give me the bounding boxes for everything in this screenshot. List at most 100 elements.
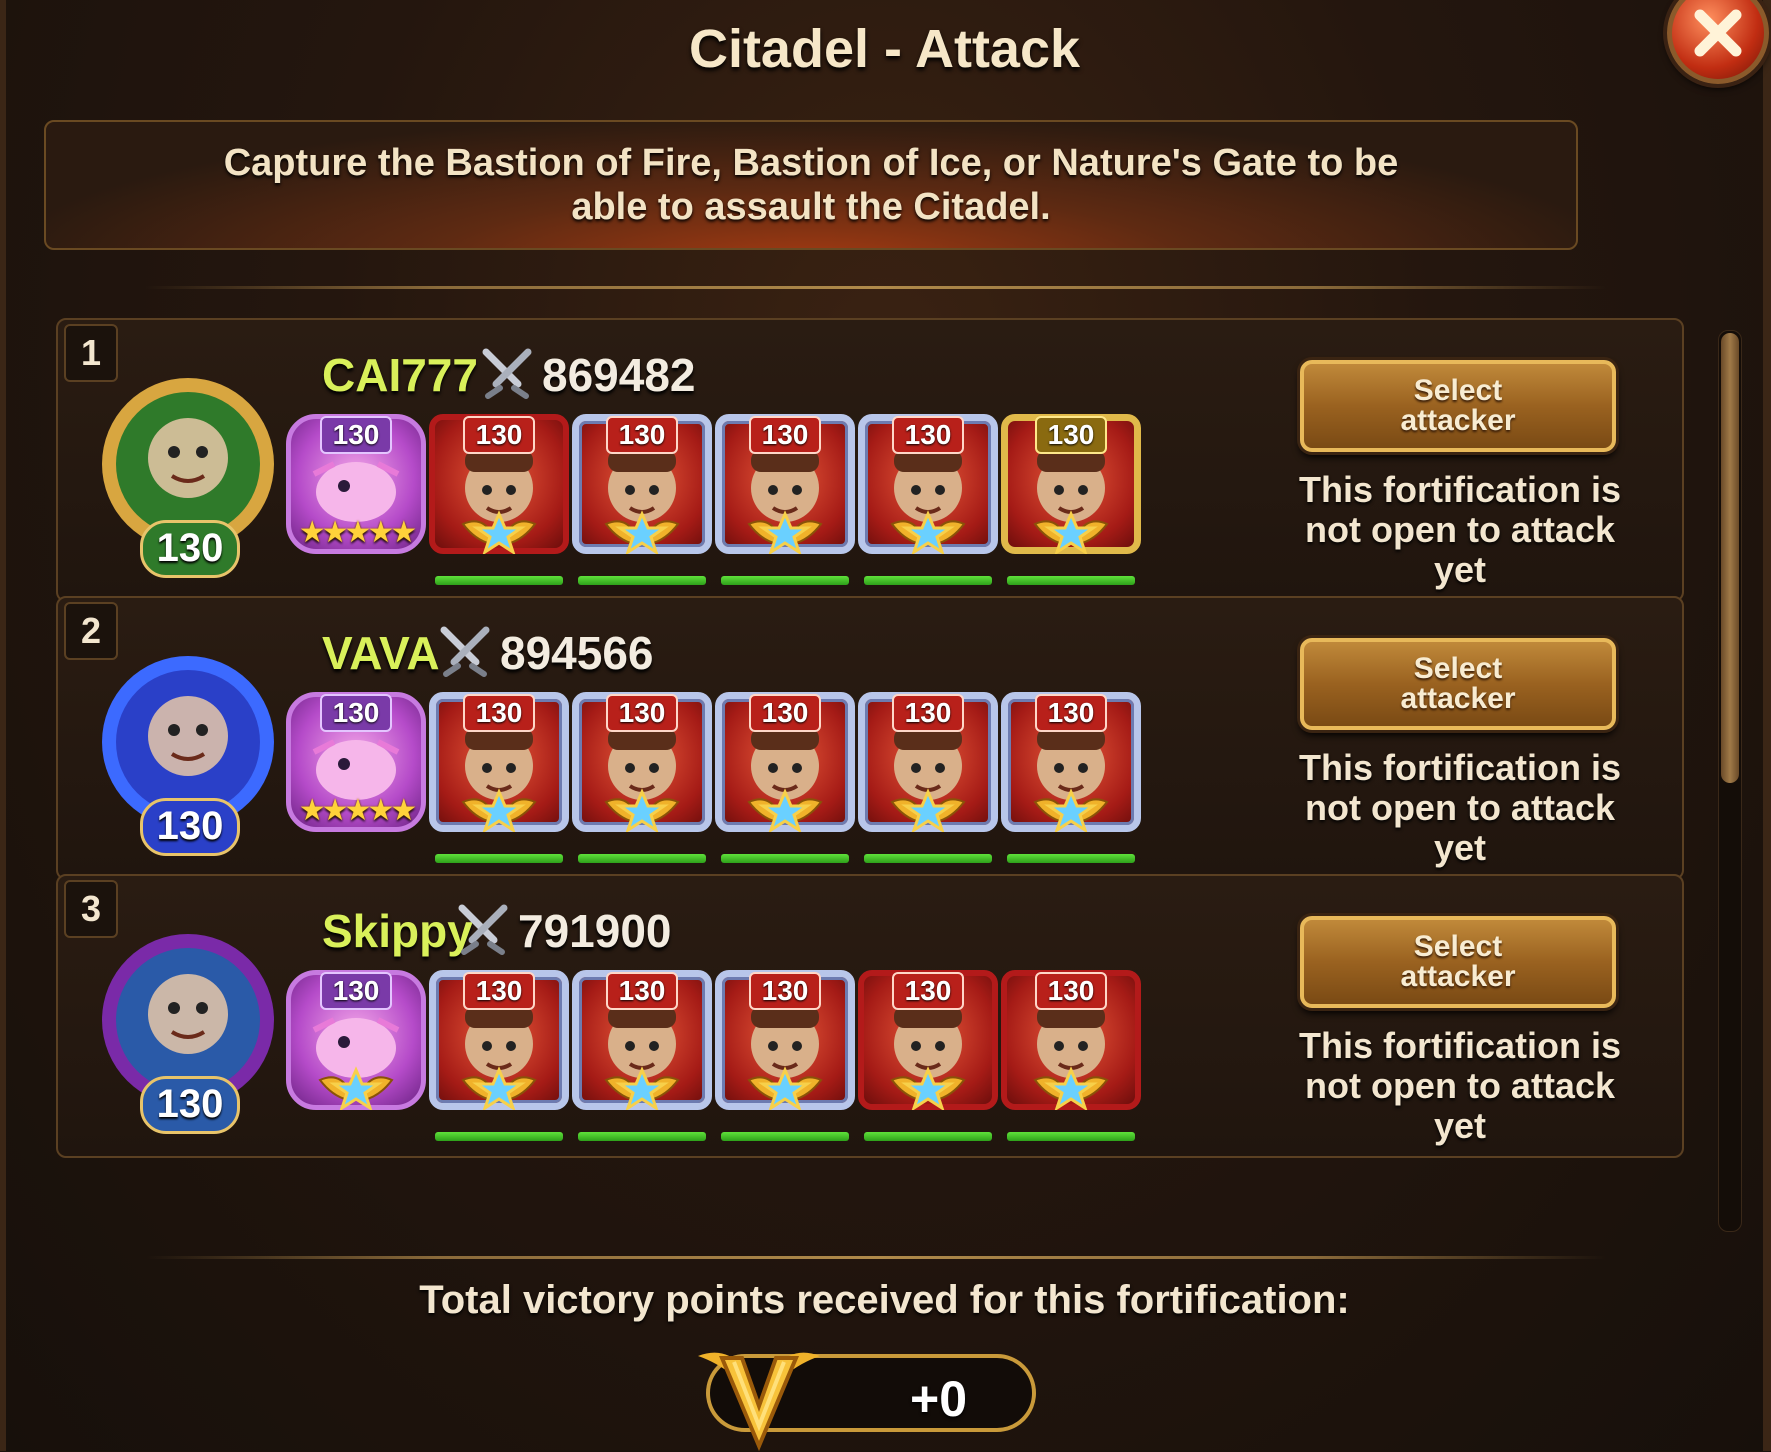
- hero-level-badge: 130: [1035, 416, 1107, 454]
- select-attacker-button[interactable]: Select attacker: [1300, 360, 1616, 452]
- star-rating: ★★★★★: [298, 794, 417, 827]
- hero-health-bar: [435, 854, 563, 863]
- player-avatar[interactable]: 130: [88, 368, 288, 578]
- star-wings-icon: [890, 510, 966, 554]
- star-wings-icon: [890, 788, 966, 832]
- select-attacker-label: Select attacker: [1400, 930, 1516, 993]
- hero-health-bar: [1007, 576, 1135, 585]
- hero-level-badge: 130: [320, 972, 392, 1010]
- star-wings-icon: [1033, 510, 1109, 554]
- player-name: CAI777: [322, 349, 478, 401]
- hero-level-badge: 130: [1035, 972, 1107, 1010]
- hero-health-bar: [578, 854, 706, 863]
- hero-health-bar: [721, 1132, 849, 1141]
- victory-points-value: +0: [910, 1371, 968, 1427]
- player-name: VAVA: [322, 627, 440, 679]
- hero-health-fill: [578, 576, 706, 585]
- info-banner: Capture the Bastion of Fire, Bastion of …: [44, 120, 1578, 250]
- hero-level-badge: 130: [463, 694, 535, 732]
- defender-row: 2 130 VAVA 894566 130 ★★★★★ 130 130 130 …: [56, 596, 1684, 880]
- hero-health-bar: [435, 576, 563, 585]
- hero-level-badge: 130: [1035, 694, 1107, 732]
- hero-card[interactable]: 130 ★★★★★: [286, 692, 426, 832]
- player-avatar[interactable]: 130: [88, 924, 288, 1134]
- hero-card[interactable]: 130: [858, 414, 998, 554]
- hero-health-fill: [721, 854, 849, 863]
- hero-card[interactable]: 130 ★★★★★: [286, 414, 426, 554]
- fortification-status-text: This fortification is not open to attack…: [1298, 747, 1621, 868]
- hero-card[interactable]: 130: [1001, 970, 1141, 1110]
- close-x-icon: [1694, 9, 1742, 57]
- avatar-level-badge: 130: [140, 520, 240, 578]
- hero-card[interactable]: 130: [429, 414, 569, 554]
- select-attacker-button[interactable]: Select attacker: [1300, 916, 1616, 1008]
- star-wings-icon: [604, 788, 680, 832]
- hero-health-bar: [578, 576, 706, 585]
- hero-health-fill: [435, 576, 563, 585]
- hero-level-badge: 130: [749, 416, 821, 454]
- team-power: 894566: [500, 627, 654, 679]
- victory-v-icon: [698, 1352, 820, 1452]
- hero-card[interactable]: 130: [715, 414, 855, 554]
- star-wings-icon: [604, 510, 680, 554]
- hero-card[interactable]: 130: [429, 970, 569, 1110]
- select-attacker-label: Select attacker: [1400, 374, 1516, 437]
- hero-card[interactable]: 130: [1001, 414, 1141, 554]
- hero-level-badge: 130: [606, 416, 678, 454]
- star-wings-icon: [1033, 1066, 1109, 1110]
- info-text: Capture the Bastion of Fire, Bastion of …: [223, 142, 1399, 228]
- list-scrollbar[interactable]: [1718, 330, 1742, 1232]
- hero-health-fill: [435, 854, 563, 863]
- hero-level-badge: 130: [606, 694, 678, 732]
- hero-card[interactable]: 130: [572, 414, 712, 554]
- top-divider: [146, 286, 1606, 289]
- hero-level-badge: 130: [749, 694, 821, 732]
- scrollbar-thumb[interactable]: [1721, 333, 1739, 783]
- defender-row: 1 130 CAI777 869482 130 ★★★★★ 130 130 13…: [56, 318, 1684, 602]
- hero-card[interactable]: 130: [1001, 692, 1141, 832]
- star-rating: ★★★★★: [298, 516, 417, 549]
- hero-health-bar: [864, 1132, 992, 1141]
- hero-level-badge: 130: [892, 416, 964, 454]
- dialog-title: Citadel - Attack: [688, 19, 1081, 79]
- hero-health-fill: [864, 576, 992, 585]
- hero-health-fill: [1007, 854, 1135, 863]
- star-wings-icon: [747, 510, 823, 554]
- hero-health-bar: [1007, 1132, 1135, 1141]
- hero-card[interactable]: 130: [715, 970, 855, 1110]
- avatar-level-badge: 130: [140, 1076, 240, 1134]
- crossed-swords-icon: [482, 348, 532, 399]
- victory-points-label: Total victory points received for this f…: [419, 1278, 1350, 1322]
- star-wings-icon: [461, 1066, 537, 1110]
- hero-card[interactable]: 130: [572, 692, 712, 832]
- hero-health-bar: [721, 576, 849, 585]
- hero-card[interactable]: 130: [429, 692, 569, 832]
- hero-health-fill: [1007, 576, 1135, 585]
- hero-card[interactable]: 130: [286, 970, 426, 1110]
- team-power: 869482: [542, 349, 696, 401]
- hero-health-fill: [435, 1132, 563, 1141]
- hero-health-bar: [864, 854, 992, 863]
- star-wings-icon: [747, 1066, 823, 1110]
- star-wings-icon: [461, 788, 537, 832]
- hero-health-bar: [721, 854, 849, 863]
- player-name: Skippy: [322, 905, 473, 957]
- hero-card[interactable]: 130: [858, 970, 998, 1110]
- hero-health-fill: [1007, 1132, 1135, 1141]
- player-avatar[interactable]: 130: [88, 646, 288, 856]
- team-power: 791900: [518, 905, 672, 957]
- hero-card[interactable]: 130: [858, 692, 998, 832]
- hero-level-badge: 130: [892, 694, 964, 732]
- bottom-divider: [146, 1256, 1606, 1259]
- star-wings-icon: [890, 1066, 966, 1110]
- star-wings-icon: [461, 510, 537, 554]
- hero-level-badge: 130: [606, 972, 678, 1010]
- hero-card[interactable]: 130: [715, 692, 855, 832]
- hero-level-badge: 130: [749, 972, 821, 1010]
- crossed-swords-icon: [440, 626, 490, 677]
- hero-health-fill: [864, 854, 992, 863]
- hero-card[interactable]: 130: [572, 970, 712, 1110]
- hero-level-badge: 130: [892, 972, 964, 1010]
- select-attacker-button[interactable]: Select attacker: [1300, 638, 1616, 730]
- hero-health-fill: [721, 576, 849, 585]
